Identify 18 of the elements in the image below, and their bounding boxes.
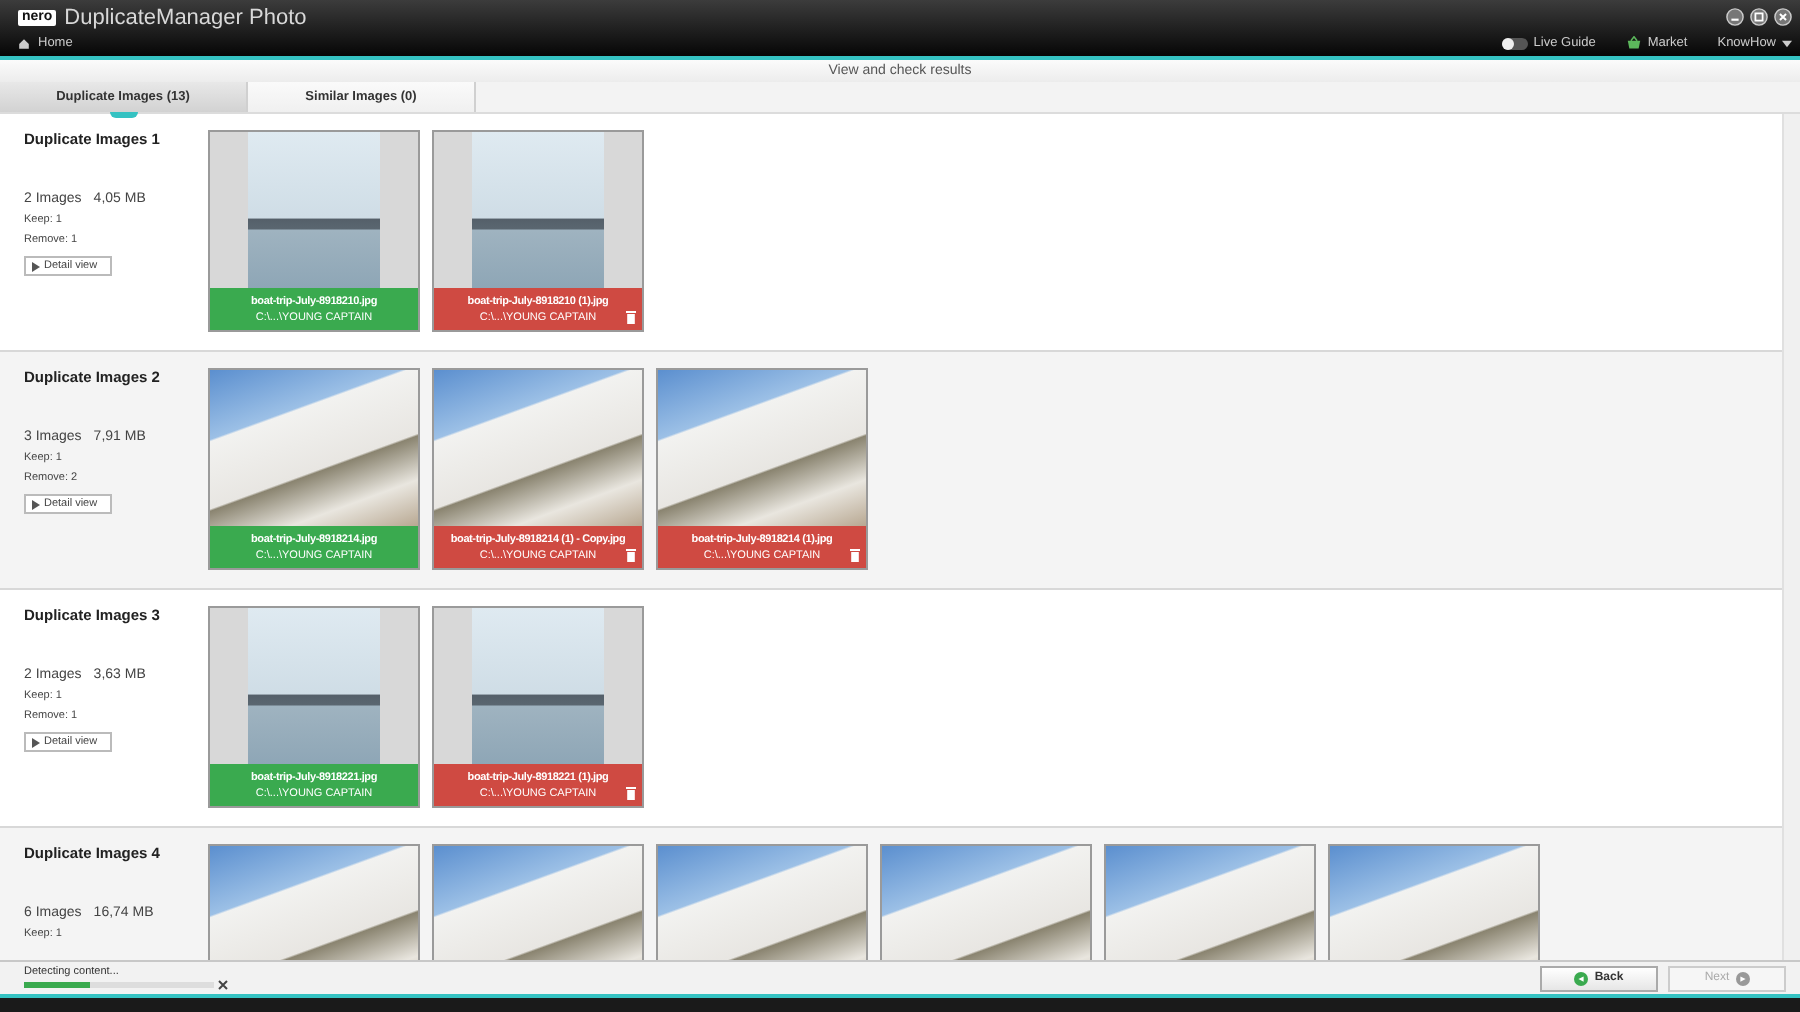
close-icon[interactable] <box>218 980 228 990</box>
trash-icon[interactable] <box>626 310 636 324</box>
caret-icon[interactable] <box>1782 39 1792 47</box>
play-icon <box>32 737 40 747</box>
forward-arrow-icon <box>1735 971 1750 985</box>
trash-icon[interactable] <box>850 548 860 562</box>
scrollbar[interactable] <box>1782 114 1800 960</box>
basket-icon <box>1625 36 1642 50</box>
trash-icon[interactable] <box>626 548 636 562</box>
live-guide-toggle[interactable] <box>1501 37 1528 49</box>
play-icon <box>32 261 40 271</box>
window-title: DuplicateManager Photo <box>64 5 307 29</box>
restore-icon[interactable] <box>1750 8 1768 26</box>
minimize-icon[interactable] <box>1726 8 1744 26</box>
trash-icon[interactable] <box>626 786 636 800</box>
back-arrow-icon <box>1574 971 1589 985</box>
home-icon[interactable] <box>18 37 30 49</box>
play-icon <box>32 499 40 509</box>
